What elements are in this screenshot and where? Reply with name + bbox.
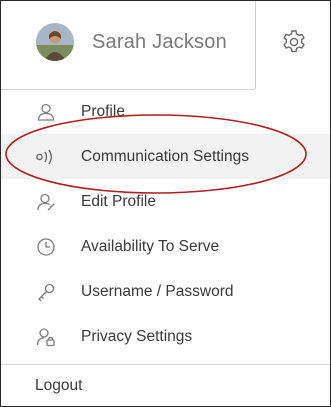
menu-item-label: Profile bbox=[81, 102, 125, 120]
user-card[interactable]: Sarah Jackson bbox=[1, 1, 255, 90]
logout-label: Logout bbox=[35, 376, 83, 394]
menu-header: Sarah Jackson bbox=[1, 1, 331, 90]
menu-item-label: Edit Profile bbox=[81, 192, 156, 210]
key-icon bbox=[35, 281, 57, 303]
menu-item-username-password[interactable]: Username / Password bbox=[1, 269, 330, 314]
menu-item-privacy-settings[interactable]: Privacy Settings bbox=[1, 314, 330, 359]
menu-item-label: Communication Settings bbox=[81, 147, 249, 165]
user-name: Sarah Jackson bbox=[92, 30, 227, 53]
menu-item-label: Username / Password bbox=[81, 282, 234, 300]
gear-icon bbox=[282, 30, 305, 53]
person-edit-icon bbox=[35, 191, 57, 213]
person-lock-icon bbox=[35, 326, 57, 348]
person-icon bbox=[35, 101, 57, 123]
menu-item-edit-profile[interactable]: Edit Profile bbox=[1, 179, 330, 224]
menu-item-communication-settings[interactable]: Communication Settings bbox=[1, 134, 330, 179]
logout-link[interactable]: Logout bbox=[1, 365, 330, 406]
account-menu: Profile Communication Settings Edit Prof… bbox=[1, 89, 330, 359]
broadcast-icon bbox=[35, 146, 57, 168]
menu-item-label: Privacy Settings bbox=[81, 327, 193, 345]
settings-button[interactable] bbox=[255, 1, 331, 89]
account-menu-panel: Sarah Jackson Profile Communication Sett… bbox=[0, 0, 331, 407]
menu-item-label: Availability To Serve bbox=[81, 237, 220, 255]
user-avatar bbox=[36, 23, 74, 61]
menu-item-profile[interactable]: Profile bbox=[1, 89, 330, 134]
menu-item-availability[interactable]: Availability To Serve bbox=[1, 224, 330, 269]
clock-icon bbox=[35, 236, 57, 258]
